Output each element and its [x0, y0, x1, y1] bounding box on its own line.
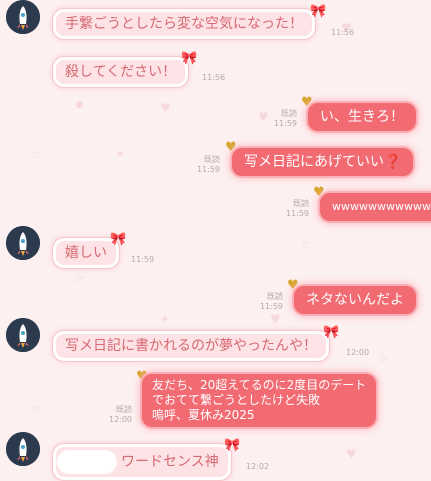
avatar[interactable] — [6, 0, 40, 34]
outgoing-message-bubble[interactable]: 友だち、20超えてるのに2度目のデート でおてて繋ごうとしたけど失敗 嗚呼、夏休… — [140, 372, 379, 429]
message-text: 写メ日記に書かれるのが夢やったんや！ — [65, 338, 317, 354]
outgoing-message-bubble[interactable]: wwwwwwwwwww — [318, 191, 431, 223]
incoming-message-bubble[interactable]: 殺してください！ — [52, 56, 190, 88]
outgoing-message-bubble[interactable]: い、生きろ！ — [306, 101, 418, 133]
read-receipt: 既読 11:59 — [285, 199, 309, 218]
incoming-message-bubble[interactable]: 写メ日記に書かれるのが夢やったんや！ — [52, 330, 330, 362]
message-text: 殺してください！ — [65, 64, 177, 80]
avatar[interactable] — [6, 432, 40, 466]
ribbon-icon: 🎀 — [181, 51, 198, 66]
ribbon-icon: 🎀 — [110, 232, 127, 247]
question-emoji-icon: ❓ — [384, 154, 402, 170]
incoming-message-bubble[interactable]: 手繋ごうとしたら変な空気になった！ — [52, 8, 316, 40]
message-text: wwwwwwwwwww — [332, 200, 431, 213]
message-line: でおてて繋ごうとしたけど失敗 — [152, 393, 321, 407]
ribbon-icon: 🎀 — [310, 4, 327, 19]
ribbon-icon: 🎀 — [323, 325, 340, 340]
avatar[interactable] — [6, 226, 40, 260]
message-line: 嗚呼、夏休み2025 — [152, 408, 255, 422]
message-line: 友だち、20超えてるのに2度目のデート — [152, 378, 367, 392]
read-receipt: 既読 12:00 — [108, 405, 132, 424]
message-text: 手繋ごうとしたら変な空気になった！ — [65, 16, 303, 32]
message-time: 12:00 — [346, 348, 370, 357]
read-receipt: 既読 11:59 — [259, 292, 283, 311]
message-time: 11:56 — [202, 73, 226, 82]
message-text: い、生きろ！ — [320, 109, 404, 125]
outgoing-message-bubble[interactable]: ネタないんだよ — [292, 284, 418, 316]
read-receipt: 既読 11:59 — [196, 155, 220, 174]
ribbon-icon: 🎀 — [224, 438, 241, 453]
message-text: ネタないんだよ — [306, 292, 404, 308]
redaction-mask — [57, 450, 117, 474]
incoming-message-bubble[interactable]: ワードセンス神 — [52, 443, 232, 481]
message-time: 11:56 — [331, 28, 355, 37]
read-receipt: 既読 11:59 — [273, 109, 297, 128]
message-text: 嬉しい — [65, 245, 107, 261]
message-time: 11:59 — [131, 255, 155, 264]
message-text: 写メ日記にあげていい — [244, 154, 384, 170]
outgoing-message-bubble[interactable]: 写メ日記にあげていい❓ — [230, 146, 416, 178]
message-time: 12:02 — [246, 462, 270, 471]
avatar[interactable] — [6, 318, 40, 352]
message-text: ワードセンス神 — [121, 454, 219, 470]
